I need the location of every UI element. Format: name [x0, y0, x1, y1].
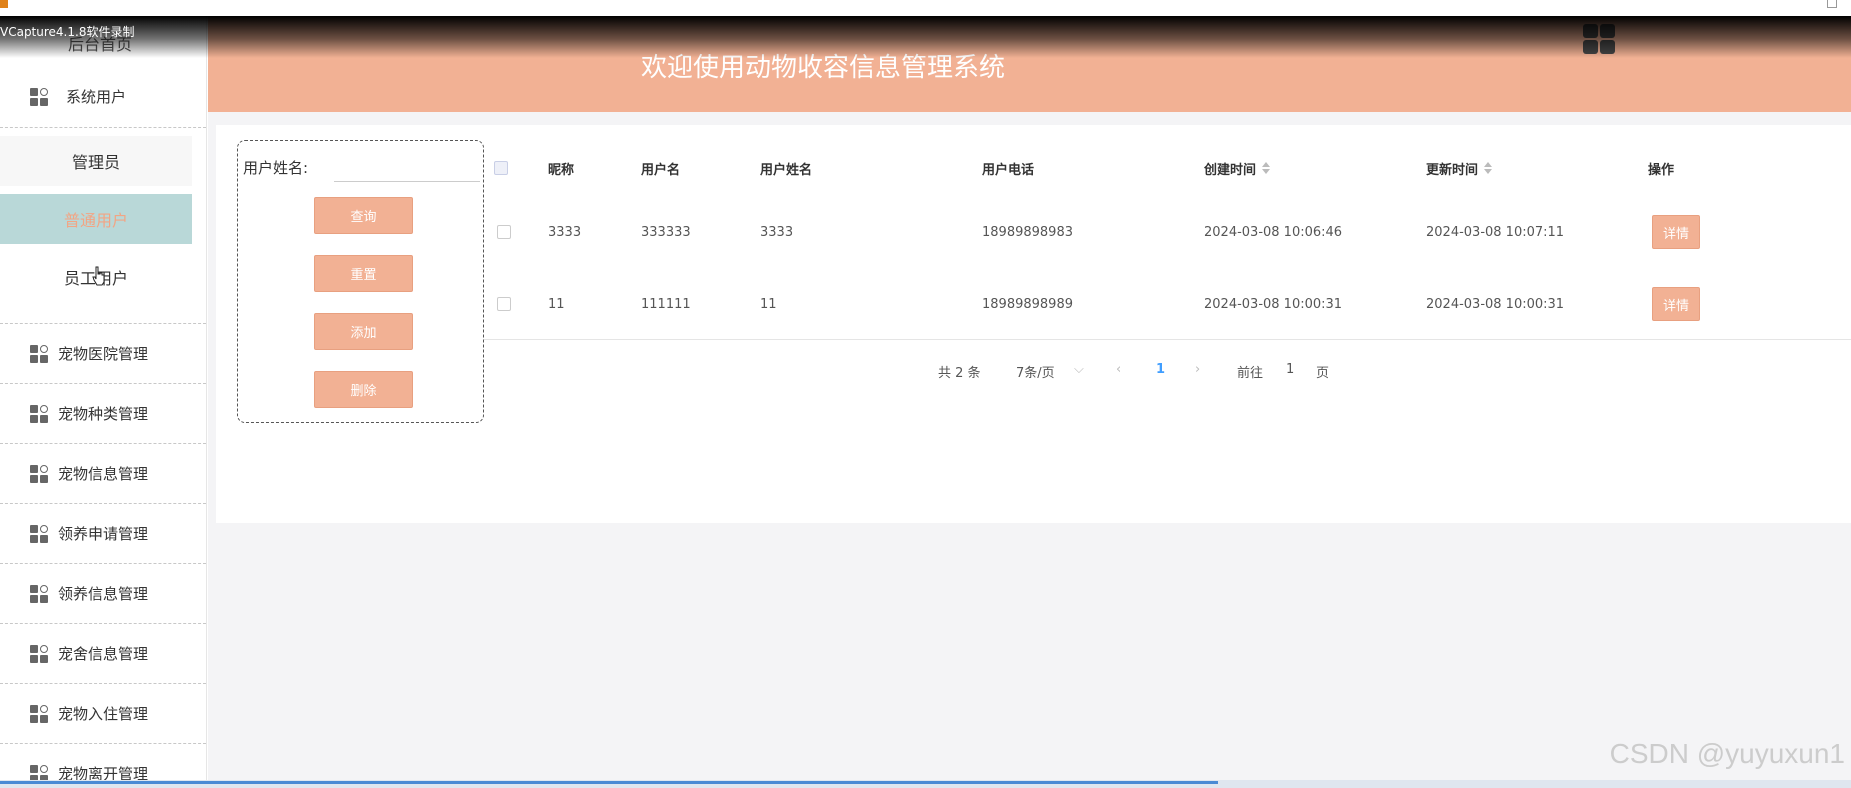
pagination-total: 共 2 条 — [938, 366, 981, 381]
sidebar-subitem-admin[interactable]: 管理员 — [0, 136, 192, 186]
cell-name: 11 — [760, 296, 777, 312]
cell-updated: 2024-03-08 10:00:31 — [1426, 296, 1565, 312]
cell-username: 333333 — [641, 224, 691, 240]
reset-button[interactable]: 重置 — [314, 255, 413, 292]
sidebar-item-label: 领养申请管理 — [58, 525, 149, 543]
sidebar-item-label: 宠物信息管理 — [58, 465, 149, 483]
column-header-updated[interactable]: 更新时间 — [1426, 140, 1493, 196]
app-icon — [0, 0, 8, 8]
column-header-username: 用户名 — [641, 162, 681, 178]
cell-name: 3333 — [760, 224, 794, 240]
sidebar-item-adoption-info[interactable]: 领养信息管理 — [0, 564, 206, 624]
grid-icon — [30, 524, 48, 543]
grid-icon — [30, 644, 48, 663]
sidebar-item-label: 系统用户 — [66, 88, 127, 106]
sidebar-item-pet-checkin[interactable]: 宠物入住管理 — [0, 684, 206, 744]
grid-icon — [30, 464, 48, 483]
goto-page-input[interactable]: 1 — [1286, 362, 1294, 377]
sidebar-item-label: 宠舍信息管理 — [58, 645, 149, 663]
column-header-action: 操作 — [1648, 162, 1675, 178]
row-checkbox[interactable] — [497, 225, 511, 239]
bottom-progress-strip — [0, 780, 1851, 788]
detail-button[interactable]: 详情 — [1652, 287, 1700, 321]
sort-icon[interactable] — [1484, 162, 1493, 174]
sidebar-subitem-normal-user[interactable]: 普通用户 — [0, 194, 192, 244]
column-header-nickname: 昵称 — [548, 162, 575, 178]
app-logo-icon — [1583, 24, 1617, 56]
column-header-phone: 用户电话 — [982, 162, 1035, 178]
column-header-created[interactable]: 创建时间 — [1204, 140, 1271, 196]
sidebar-item-adoption-apply[interactable]: 领养申请管理 — [0, 504, 206, 564]
grid-icon — [30, 87, 48, 106]
add-button[interactable]: 添加 — [314, 313, 413, 350]
sidebar-item-label: 宠物种类管理 — [58, 405, 149, 423]
column-header-label: 创建时间 — [1204, 162, 1257, 178]
sidebar: 后台首页 系统用户 管理员 普通用户 员工用户 宠物医院管理 宠物种类管理 宠物… — [0, 16, 207, 788]
pagination: 共 2 条 7条/页 ⌵ ‹ 1 › 前往 1 页 — [0, 362, 1851, 382]
chevron-down-icon[interactable]: ⌵ — [1074, 362, 1084, 377]
cell-username: 111111 — [641, 296, 691, 312]
prev-page-icon[interactable]: ‹ — [1116, 362, 1121, 377]
row-checkbox[interactable] — [497, 297, 511, 311]
user-table: 昵称 用户名 用户姓名 用户电话 创建时间 更新时间 操作 3333 33333… — [484, 140, 1851, 340]
column-header-label: 更新时间 — [1426, 162, 1479, 178]
hand-cursor-icon — [92, 266, 105, 286]
table-header-row: 昵称 用户名 用户姓名 用户电话 创建时间 更新时间 操作 — [484, 140, 1851, 196]
grid-icon — [30, 404, 48, 423]
watermark: CSDN @yuyuxun1 — [1609, 738, 1845, 769]
search-input-user-name[interactable] — [334, 156, 480, 182]
page-header: 欢迎使用动物收容信息管理系统 — [208, 16, 1851, 112]
goto-suffix: 页 — [1316, 366, 1330, 381]
sidebar-item-system-users[interactable]: 系统用户 — [0, 66, 206, 128]
page-size-select[interactable]: 7条/页 — [1016, 362, 1055, 381]
cell-phone: 18989898983 — [982, 224, 1073, 240]
goto-label: 前往 — [1237, 366, 1264, 381]
detail-button[interactable]: 详情 — [1652, 215, 1700, 249]
cell-nickname: 3333 — [548, 224, 582, 240]
grid-icon — [30, 584, 48, 603]
cell-created: 2024-03-08 10:00:31 — [1204, 296, 1343, 312]
sidebar-item-pet-category[interactable]: 宠物种类管理 — [0, 384, 206, 444]
sidebar-item-label: 领养信息管理 — [58, 585, 149, 603]
recorder-label: VCapture4.1.8软件录制 — [0, 25, 135, 39]
page-number-current[interactable]: 1 — [1156, 362, 1165, 377]
page-title: 欢迎使用动物收容信息管理系统 — [640, 53, 1005, 83]
cell-updated: 2024-03-08 10:07:11 — [1426, 224, 1565, 240]
cell-phone: 18989898989 — [982, 296, 1073, 312]
query-button[interactable]: 查询 — [314, 197, 413, 234]
table-divider — [484, 339, 1851, 340]
table-row: 3333 333333 3333 18989898983 2024-03-08 … — [484, 196, 1851, 268]
select-all-checkbox[interactable] — [494, 161, 508, 175]
grid-icon — [30, 344, 48, 363]
next-page-icon[interactable]: › — [1195, 362, 1200, 377]
cell-nickname: 11 — [548, 296, 565, 312]
search-label: 用户姓名: — [243, 159, 309, 177]
recorder-titlebar — [0, 0, 1851, 16]
cell-created: 2024-03-08 10:06:46 — [1204, 224, 1343, 240]
sidebar-item-kennel-info[interactable]: 宠舍信息管理 — [0, 624, 206, 684]
grid-icon — [30, 704, 48, 723]
sidebar-item-label: 宠物医院管理 — [58, 345, 149, 363]
sidebar-item-label: 宠物入住管理 — [58, 705, 149, 723]
sidebar-item-pet-info[interactable]: 宠物信息管理 — [0, 444, 206, 504]
window-control-icon[interactable] — [1827, 0, 1837, 8]
sort-icon[interactable] — [1262, 162, 1271, 174]
column-header-name: 用户姓名 — [760, 162, 813, 178]
table-row: 11 111111 11 18989898989 2024-03-08 10:0… — [484, 268, 1851, 340]
